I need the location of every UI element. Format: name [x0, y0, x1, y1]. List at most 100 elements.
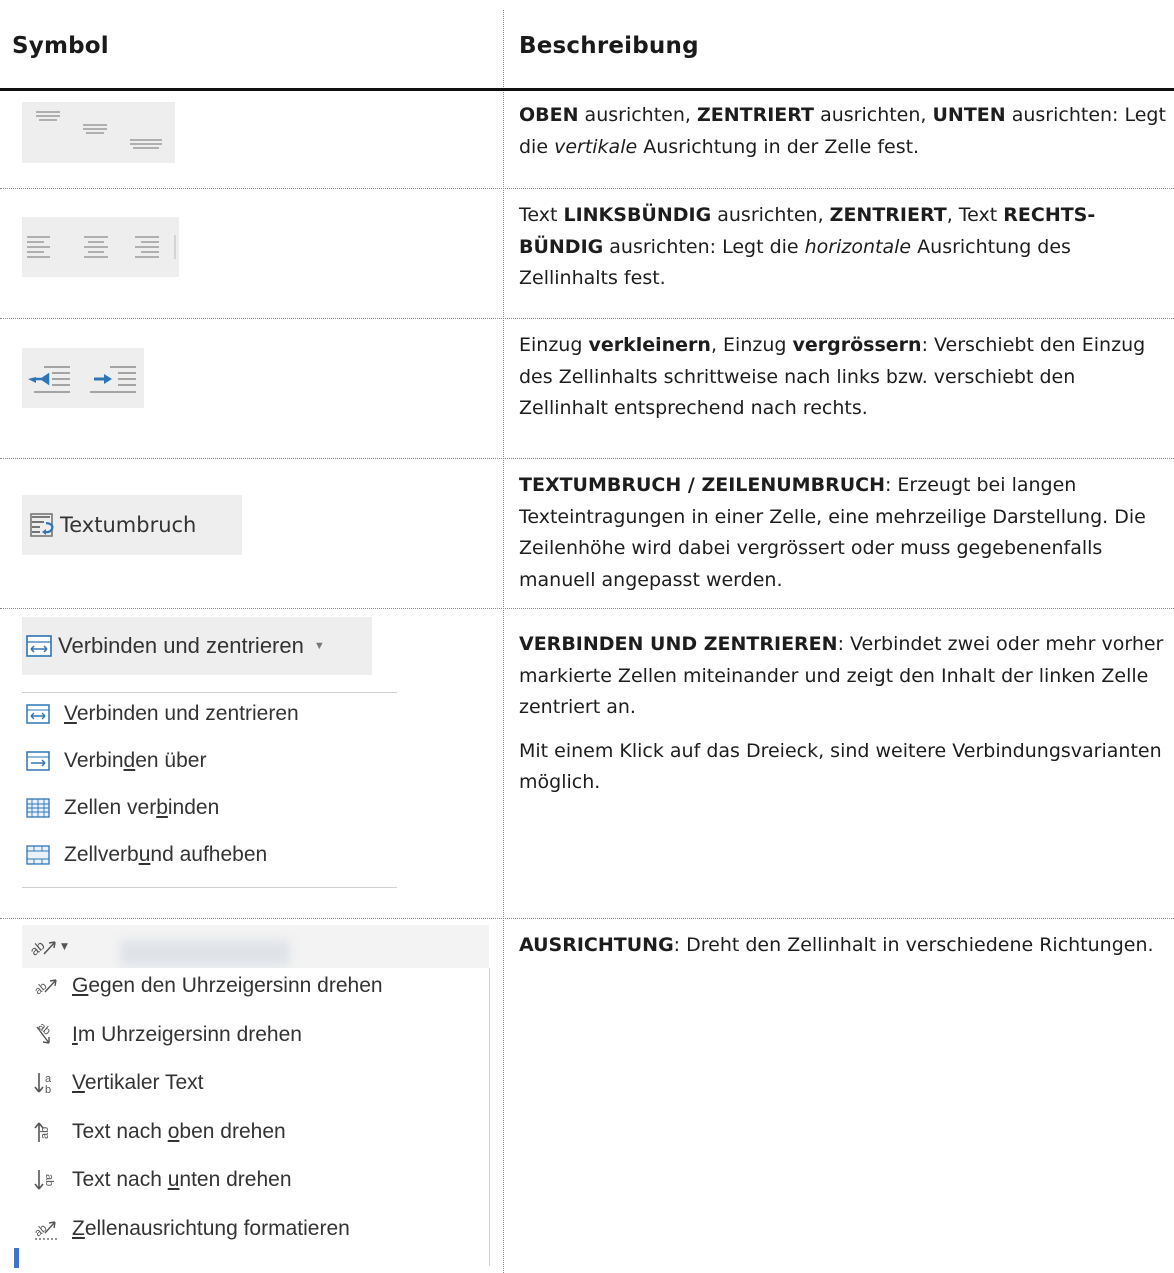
indent-icons[interactable]: [22, 348, 144, 408]
svg-text:ab: ab: [39, 1126, 51, 1138]
label-part: Zellverb: [64, 843, 139, 866]
menu-item[interactable]: Zellverbund aufheben: [24, 841, 267, 869]
merge-center-label: Verbinden und zentrieren: [58, 633, 304, 658]
merge-center-icon: [26, 635, 52, 657]
text-run: ausrichten: Legt die: [603, 235, 805, 258]
emphasis-text: horizontale: [804, 235, 912, 258]
row-separator: [0, 188, 1174, 189]
menu-item-label: Vertikaler Text: [72, 1071, 204, 1095]
menu-item[interactable]: ab Text nach unten drehen: [32, 1166, 292, 1194]
description-vertical-align: OBEN ausrichten, ZENTRIERT ausrichten, U…: [519, 100, 1167, 163]
merge-menu: Verbinden und zentrieren Verbinden über Ze…: [24, 700, 384, 880]
text-run: : Dreht den Zellinhalt in verschiedene R…: [673, 934, 1154, 956]
chevron-down-icon: ▼: [61, 942, 68, 952]
vertical-text-icon: ab: [32, 1069, 60, 1097]
label-part: ertikaler Text: [84, 1071, 204, 1094]
rotate-up-icon: ab: [32, 1118, 60, 1146]
menu-item-label: Text nach unten drehen: [72, 1168, 292, 1192]
label-part: nten drehen: [179, 1168, 292, 1191]
text-run: ausrichten,: [711, 204, 830, 226]
menu-item[interactable]: Verbinden über: [24, 747, 206, 775]
label-part: ellenausrichtung formatieren: [84, 1216, 350, 1240]
description-indent: Einzug verkleinern, Einzug vergrössern: …: [519, 330, 1167, 425]
menu-item-label: Gegen den Uhrzeigersinn drehen: [72, 974, 383, 998]
text-run: Text: [519, 204, 564, 226]
description-merge: VERBINDEN UND ZENTRIEREN: Verbindet zwei…: [519, 629, 1167, 799]
bold-term: AUSRICHTUNG: [519, 934, 674, 956]
text-run: ausrichten,: [814, 104, 933, 126]
blurred-background: [120, 940, 290, 966]
menu-item[interactable]: ab Im Uhrzeigersinn drehen: [32, 1021, 302, 1049]
menu-item[interactable]: a b Vertikaler Text: [32, 1069, 204, 1097]
label-part: Verbin: [64, 749, 124, 772]
bold-term: ZENTRIERT: [696, 104, 815, 126]
unmerge-cells-icon: [24, 841, 52, 869]
access-key: u: [167, 1168, 180, 1191]
header-description: Beschreibung: [519, 33, 699, 59]
access-key: G: [72, 974, 89, 997]
label-part: m Uhrzeigersinn drehen: [77, 1022, 302, 1046]
access-key: d: [123, 749, 136, 772]
menu-item-label: Zellverbund aufheben: [64, 843, 267, 867]
text-run: , Text: [946, 204, 1004, 226]
label-part: egen den Uhrzeigersinn drehen: [88, 974, 383, 997]
horizontal-align-icons[interactable]: [22, 217, 179, 277]
access-key: V: [72, 1071, 85, 1094]
rotate-ccw-icon: ab: [32, 972, 60, 1000]
merge-center-icon: [24, 700, 52, 728]
wrap-text-button[interactable]: Textumbruch: [22, 495, 242, 555]
menu-item-label: Im Uhrzeigersinn drehen: [72, 1023, 302, 1047]
access-key: V: [64, 702, 77, 725]
menu-item[interactable]: Zellen verbinden: [24, 794, 219, 822]
bold-term: UNTEN: [932, 104, 1006, 126]
wrap-text-label: Textumbruch: [60, 513, 197, 537]
svg-text:ab: ab: [36, 1023, 53, 1038]
svg-text:ab: ab: [43, 1174, 55, 1186]
menu-item-label: Verbinden und zentrieren: [64, 702, 299, 726]
text-run: , Einzug: [710, 334, 793, 356]
menu-item[interactable]: ab Zellenausrichtung formatieren: [32, 1215, 350, 1243]
row-separator: [0, 918, 1174, 919]
access-key: o: [167, 1119, 180, 1143]
text-run: Mit einem Klick auf das Dreieck, sind we…: [519, 739, 1162, 794]
bold-term: ZENTRIERT: [829, 204, 947, 226]
merge-across-icon: [24, 747, 52, 775]
bold-term: VERBINDEN UND ZENTRIEREN: [519, 633, 838, 655]
label-part: ben drehen: [179, 1119, 286, 1143]
svg-text:ab: ab: [28, 938, 47, 959]
bold-term: OBEN: [519, 104, 579, 126]
text-run: ausrichten,: [578, 104, 697, 126]
label-part: Text nach: [72, 1168, 168, 1191]
row-separator: [0, 318, 1174, 319]
merge-center-button[interactable]: Verbinden und zentrieren ▼: [22, 617, 372, 675]
rotate-cw-icon: ab: [32, 1021, 60, 1049]
format-alignment-icon: ab: [32, 1215, 60, 1243]
label-part: inden: [167, 796, 220, 819]
label-part: erbinden und zentrieren: [76, 702, 299, 725]
menu-item-label: Verbinden über: [64, 749, 206, 773]
row-separator: [0, 608, 1174, 609]
description-orientation: AUSRICHTUNG: Dreht den Zellinhalt in ver…: [519, 930, 1167, 962]
row-separator: [0, 458, 1174, 459]
menu-item-label: Zellenausrichtung formatieren: [72, 1217, 350, 1241]
vertical-align-icons[interactable]: [22, 102, 175, 163]
svg-text:b: b: [45, 1084, 51, 1096]
text-run: Einzug: [519, 334, 589, 356]
selection-marker: [14, 1248, 19, 1268]
menu-item[interactable]: ab Gegen den Uhrzeigersinn drehen: [32, 972, 383, 1000]
rotate-down-icon: ab: [32, 1166, 60, 1194]
orientation-button[interactable]: ab ▼: [28, 928, 84, 966]
menu-item[interactable]: Verbinden und zentrieren: [24, 700, 299, 728]
bold-term: TEXTUMBRUCH / ZEILENUMBRUCH: [519, 474, 885, 496]
orientation-menu: ab Gegen den Uhrzeigersinn drehen ab Im Uhr…: [32, 972, 482, 1262]
access-key: u: [138, 843, 151, 866]
menu-item[interactable]: ab Text nach oben drehen: [32, 1118, 286, 1146]
bold-term: LINKSBÜNDIG: [563, 204, 712, 226]
orientation-icon: ab: [28, 934, 58, 960]
description-horizontal-align: Text LINKSBÜNDIG ausrichten, ZENTRIERT, …: [519, 200, 1167, 295]
description-wrap-text: TEXTUMBRUCH / ZEILENUMBRUCH: Erzeugt bei…: [519, 470, 1167, 596]
label-part: nd aufheben: [150, 843, 268, 866]
chevron-down-icon[interactable]: ▼: [314, 640, 325, 652]
menu-bottom-border: [22, 887, 397, 888]
text-run: Ausrichtung in der Zelle fest.: [637, 135, 920, 158]
